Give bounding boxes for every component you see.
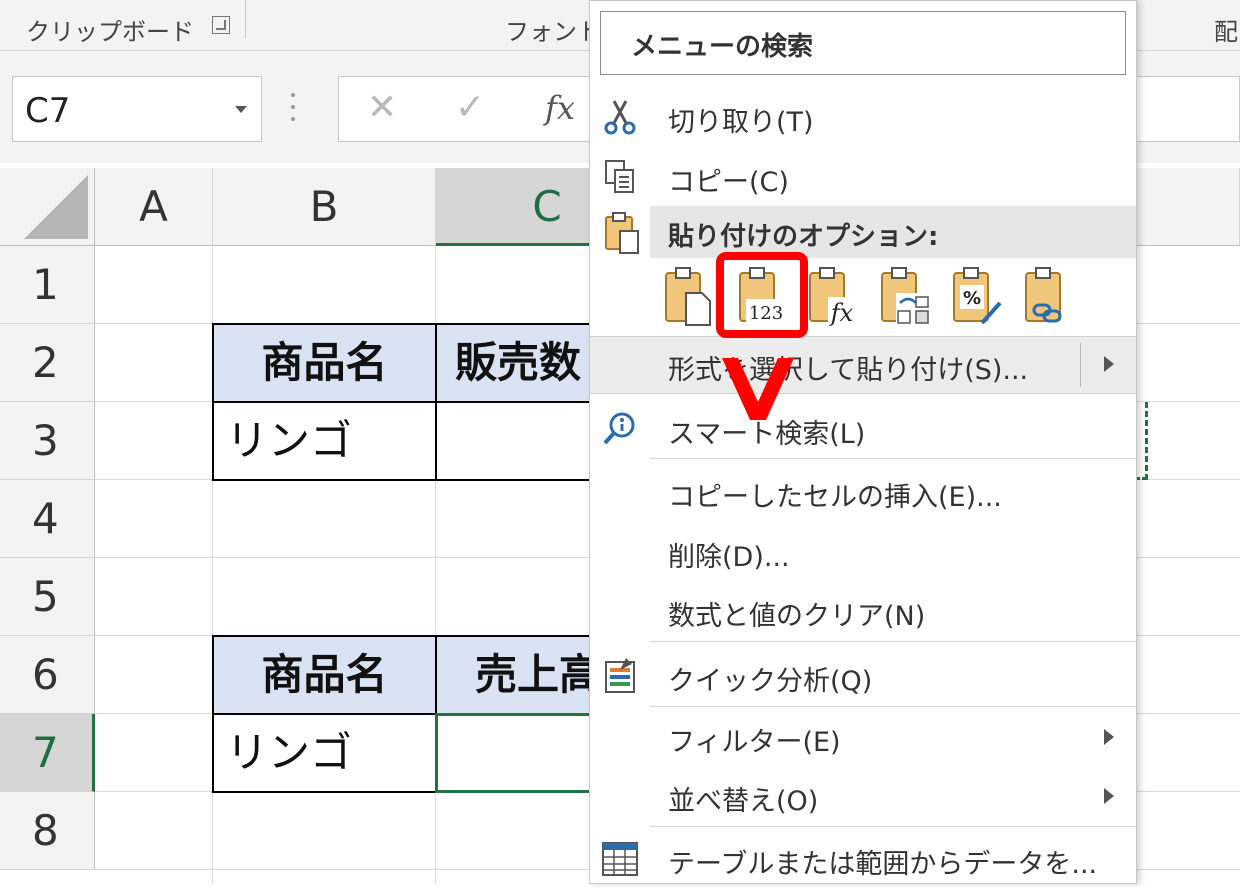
svg-text:%: %	[963, 288, 981, 309]
paste-default-icon[interactable]	[660, 263, 716, 329]
paste-formulas-icon[interactable]: fx	[804, 263, 860, 329]
quick-analysis-icon	[605, 658, 635, 693]
name-box-value: C7	[25, 91, 71, 131]
row-header-1[interactable]: 1	[0, 246, 95, 324]
menu-separator	[650, 706, 1136, 707]
menu-label-copy: コピー(C)	[668, 167, 789, 198]
menu-label-table-from-range: テーブルまたは範囲からデータを...	[668, 849, 1098, 880]
menu-separator	[650, 641, 1136, 642]
ribbon-divider	[245, 0, 246, 38]
table-icon	[602, 842, 638, 876]
menu-item-table-from-range[interactable]: テーブルまたは範囲からデータを...	[590, 831, 1136, 887]
menu-label-sort: 並べ替え(O)	[668, 786, 819, 817]
clipboard-launcher-icon[interactable]	[212, 16, 230, 34]
highlight-box	[716, 252, 808, 338]
copy-icon	[605, 160, 634, 193]
column-header-b[interactable]: B	[213, 168, 436, 246]
chevron-down-icon[interactable]	[235, 106, 247, 113]
paste-options-label: 貼り付けのオプション:	[668, 222, 939, 252]
grip-icon[interactable]	[290, 93, 296, 127]
context-menu: メニューの検索 切り取り(T) コピー(C) 貼り付けのオプション: 123 f…	[589, 0, 1137, 884]
row-header-4[interactable]: 4	[0, 480, 95, 558]
menu-label-cut: 切り取り(T)	[668, 107, 814, 138]
menu-item-cut[interactable]: 切り取り(T)	[590, 89, 1136, 145]
column-header-a[interactable]: A	[95, 168, 213, 246]
table2-header-name[interactable]: 商品名	[212, 635, 437, 715]
menu-item-insert-copied[interactable]: コピーしたセルの挿入(E)...	[590, 464, 1136, 520]
row-header-3[interactable]: 3	[0, 402, 95, 480]
menu-label-clear: 数式と値のクリア(N)	[668, 601, 926, 632]
menu-item-sort[interactable]: 並べ替え(O)	[590, 768, 1136, 824]
row-header-8[interactable]: 8	[0, 792, 95, 870]
menu-item-clear[interactable]: 数式と値のクリア(N)	[590, 583, 1136, 639]
menu-separator	[650, 826, 1136, 827]
table1-cell-name[interactable]: リンゴ	[212, 401, 437, 481]
smart-lookup-icon	[603, 412, 635, 445]
menu-item-smart-lookup[interactable]: スマート検索(L)	[590, 401, 1136, 457]
menu-item-filter[interactable]: フィルター(E)	[590, 709, 1136, 765]
menu-label-delete: 削除(D)...	[668, 542, 790, 573]
paste-options-header: 貼り付けのオプション:	[650, 206, 1136, 258]
row-header-5[interactable]: 5	[0, 558, 95, 636]
svg-text:fx: fx	[829, 299, 854, 327]
chevron-right-icon	[1104, 788, 1114, 804]
paste-transpose-icon[interactable]	[876, 263, 932, 329]
row-header-6[interactable]: 6	[0, 636, 95, 714]
paste-icon	[605, 212, 639, 254]
menu-item-quick-analysis[interactable]: クイック分析(Q)	[590, 648, 1136, 704]
menu-label-filter: フィルター(E)	[668, 727, 841, 758]
menu-label-quick-analysis: クイック分析(Q)	[668, 666, 873, 697]
menu-label-insert-copied: コピーしたセルの挿入(E)...	[668, 482, 1002, 513]
enter-icon[interactable]: ✓	[455, 87, 485, 128]
annotation-v-mark	[722, 358, 794, 420]
menu-item-paste-special[interactable]: 形式を選択して貼り付け(S)...	[590, 336, 1136, 394]
cancel-icon[interactable]: ✕	[367, 87, 397, 128]
table1-header-name[interactable]: 商品名	[212, 323, 437, 403]
chevron-right-icon	[1104, 729, 1114, 745]
menu-separator	[650, 458, 1136, 459]
table2-cell-name[interactable]: リンゴ	[212, 713, 437, 793]
row-header-7[interactable]: 7	[0, 714, 95, 792]
ribbon-group-font: フォント	[505, 18, 601, 46]
row-header-2[interactable]: 2	[0, 324, 95, 402]
menu-item-delete[interactable]: 削除(D)...	[590, 524, 1136, 580]
ribbon-group-alignment: 配	[1214, 18, 1238, 46]
paste-formatting-icon[interactable]: %	[948, 263, 1004, 329]
menu-item-copy[interactable]: コピー(C)	[590, 149, 1136, 205]
ribbon-group-clipboard: クリップボード	[26, 18, 194, 46]
paste-link-icon[interactable]	[1020, 263, 1076, 329]
select-all-button[interactable]	[0, 168, 95, 246]
menu-search-placeholder: メニューの検索	[631, 32, 814, 62]
split-divider	[1080, 343, 1081, 387]
chevron-right-icon[interactable]	[1104, 356, 1114, 372]
scissors-icon	[604, 100, 636, 135]
menu-search-input[interactable]: メニューの検索	[600, 11, 1126, 75]
name-box[interactable]: C7	[12, 76, 262, 142]
insert-function-icon[interactable]: fx	[545, 89, 575, 127]
